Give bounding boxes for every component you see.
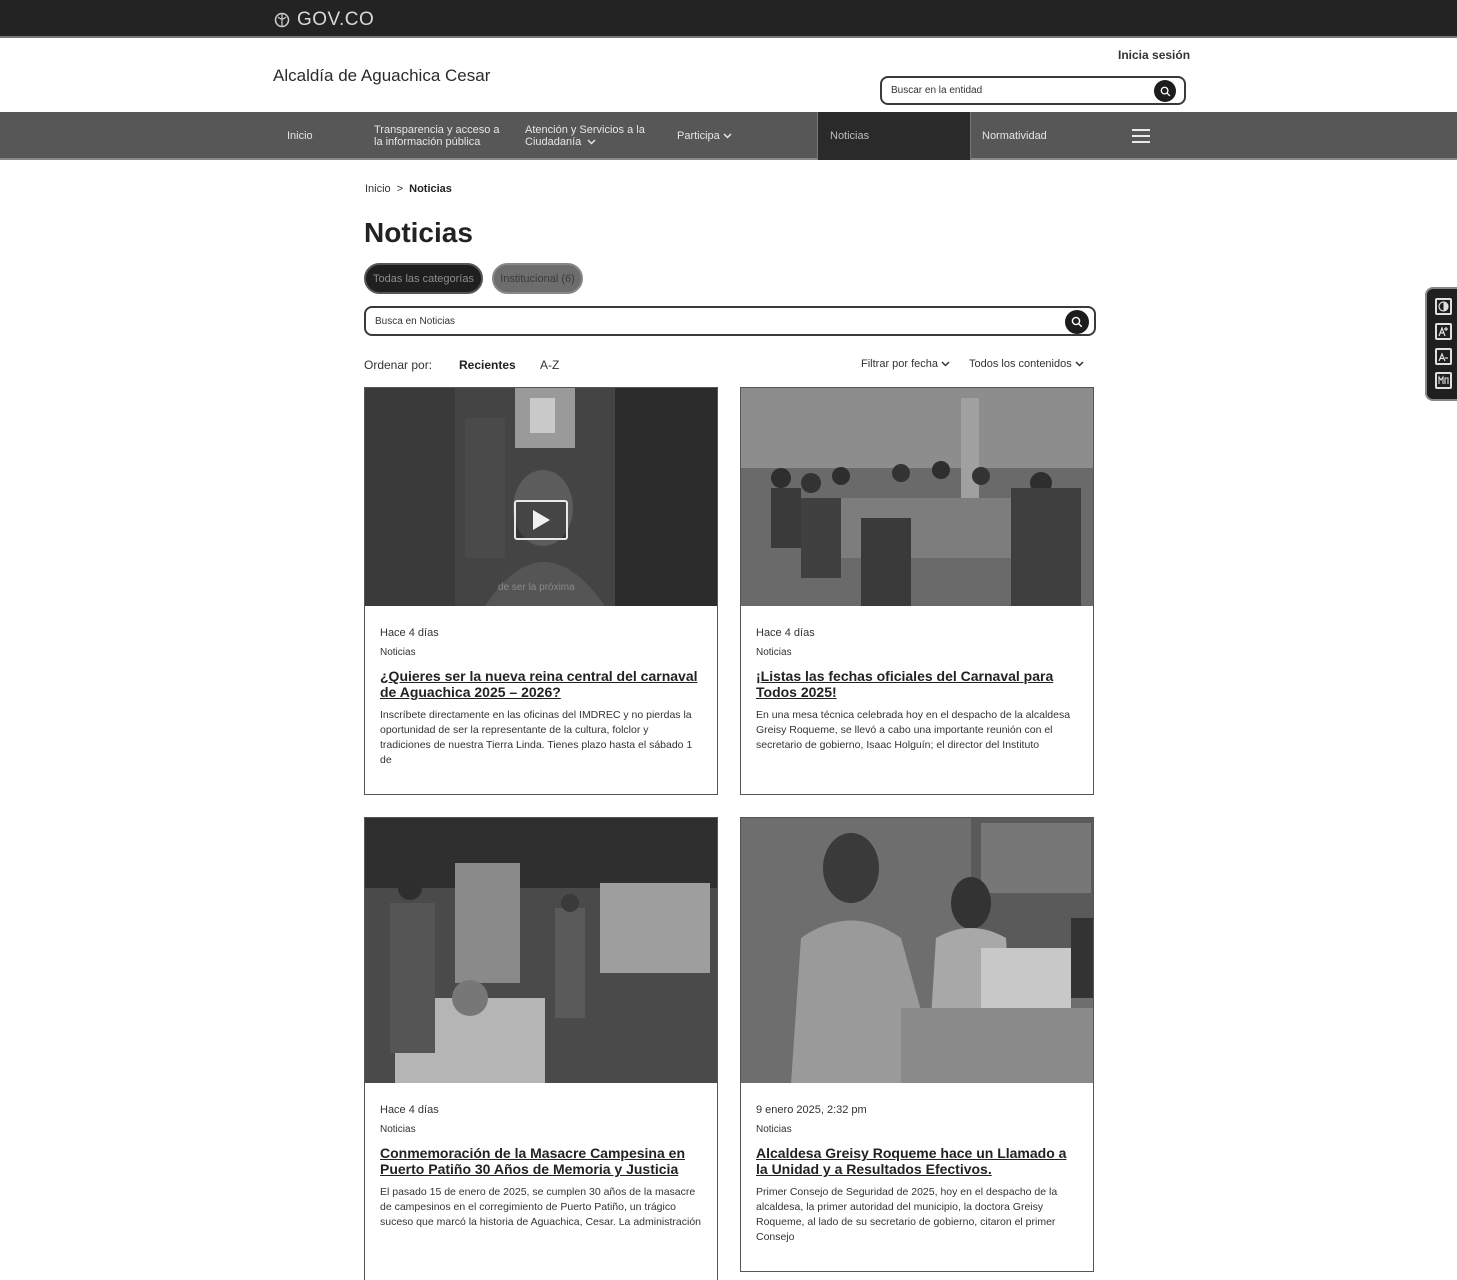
page-title: Noticias <box>364 217 473 248</box>
govco-top-bar: GOV.CO <box>0 0 1457 38</box>
news-card-category: Noticias <box>756 647 792 658</box>
video-play-button[interactable] <box>514 500 568 540</box>
sign-language-icon[interactable] <box>1435 372 1452 389</box>
nav-item-label: Inicio <box>287 130 313 142</box>
chevron-down-icon <box>723 133 732 139</box>
news-card-excerpt: Primer Consejo de Seguridad de 2025, hoy… <box>756 1186 1058 1243</box>
hamburger-menu-icon[interactable] <box>1132 129 1150 143</box>
govco-emblem-icon <box>274 12 290 28</box>
news-card-date: Hace 4 días <box>380 627 439 639</box>
news-card-excerpt: Inscríbete directamente en las oficinas … <box>380 709 693 766</box>
decrease-text-icon[interactable] <box>1435 348 1452 365</box>
search-icon <box>1160 86 1170 96</box>
commemoration-photo <box>365 818 717 1083</box>
chevron-down-icon <box>941 361 950 367</box>
chevron-down-icon <box>1075 361 1084 367</box>
news-card-category: Noticias <box>380 1124 416 1135</box>
news-card-category: Noticias <box>756 1124 792 1135</box>
login-link[interactable]: Inicia sesión <box>1118 48 1190 62</box>
entity-title[interactable]: Alcaldía de Aguachica Cesar <box>273 66 490 86</box>
news-card-image[interactable] <box>741 388 1093 606</box>
news-search-input[interactable]: Busca en Noticias <box>364 306 1096 336</box>
nav-item-inicio[interactable]: Inicio <box>287 112 313 160</box>
sign-language-glyph <box>1438 375 1449 384</box>
nav-item-label: Noticias <box>830 130 870 142</box>
date-filter-dropdown[interactable]: Filtrar por fecha <box>861 358 950 370</box>
text-plus-glyph <box>1438 326 1448 337</box>
govco-logo-text: GOV.CO <box>297 9 375 30</box>
increase-text-icon[interactable] <box>1435 323 1452 340</box>
date-filter-label: Filtrar por fecha <box>861 358 939 370</box>
play-icon <box>533 510 550 530</box>
image-caption: de ser la próxima <box>498 582 575 593</box>
news-card-date: Hace 4 días <box>756 627 815 639</box>
content-filter-dropdown[interactable]: Todos los contenidos <box>969 358 1084 370</box>
search-icon <box>1071 316 1083 328</box>
nav-item-label: Normatividad <box>982 130 1047 142</box>
contrast-icon[interactable] <box>1435 298 1452 315</box>
nav-item-label: Participa <box>677 130 720 142</box>
nav-item-atencion[interactable]: Atención y Servicios a la Ciudadanía <box>525 112 660 160</box>
govco-logo[interactable]: GOV.CO <box>274 9 374 31</box>
news-search-placeholder: Busca en Noticias <box>375 316 456 327</box>
sort-option-recent[interactable]: Recientes <box>459 358 516 372</box>
mayor-meeting-photo <box>741 818 1093 1083</box>
news-card-excerpt: El pasado 15 de enero de 2025, se cumple… <box>380 1186 702 1228</box>
news-card-date: 9 enero 2025, 2:32 pm <box>756 1104 867 1116</box>
content-filter-label: Todos los contenidos <box>969 358 1072 370</box>
news-card-excerpt: En una mesa técnica celebrada hoy en el … <box>756 709 1071 751</box>
nav-item-normatividad[interactable]: Normatividad <box>982 112 1047 160</box>
category-chip-institucional[interactable]: Institucional (6) <box>492 263 583 294</box>
breadcrumb-home-link[interactable]: Inicio <box>365 183 391 195</box>
entity-search-input[interactable]: Buscar en la entidad <box>880 76 1186 105</box>
nav-item-participa[interactable]: Participa <box>677 112 732 160</box>
nav-item-transparencia[interactable]: Transparencia y acceso a la información … <box>374 112 509 160</box>
nav-item-label: Atención y Servicios a la Ciudadanía <box>525 124 645 148</box>
category-chip-all[interactable]: Todas las categorías <box>364 263 483 294</box>
news-card-date: Hace 4 días <box>380 1104 439 1116</box>
news-card[interactable]: Hace 4 días Noticias Conmemoración de la… <box>364 817 718 1280</box>
main-nav: Inicio Transparencia y acceso a la infor… <box>0 112 1457 160</box>
news-card-image[interactable] <box>365 818 717 1083</box>
news-card[interactable]: 9 enero 2025, 2:32 pm Noticias Alcaldesa… <box>740 817 1094 1272</box>
news-card-title[interactable]: ¡Listas las fechas oficiales del Carnava… <box>756 668 1078 700</box>
news-card-image[interactable] <box>741 818 1093 1083</box>
news-card[interactable]: Hace 4 días Noticias ¡Listas las fechas … <box>740 387 1094 795</box>
sort-filter-bar: Ordenar por: Recientes A-Z Filtrar por f… <box>364 358 1096 374</box>
accessibility-toolbar <box>1425 287 1457 401</box>
news-card-title[interactable]: Alcaldesa Greisy Roqueme hace un Llamado… <box>756 1145 1078 1177</box>
news-card-category: Noticias <box>380 647 416 658</box>
news-card-title[interactable]: ¿Quieres ser la nueva reina central del … <box>380 668 702 700</box>
chevron-down-icon <box>587 139 596 145</box>
nav-item-label: Transparencia y acceso a la información … <box>374 124 500 148</box>
breadcrumb-current: Noticias <box>409 183 452 195</box>
news-card[interactable]: de ser la próxima Hace 4 días Noticias ¿… <box>364 387 718 795</box>
sort-label: Ordenar por: <box>364 358 433 372</box>
news-search-button[interactable] <box>1065 310 1089 334</box>
breadcrumb-separator: > <box>396 183 404 195</box>
site-header: Alcaldía de Aguachica Cesar Inicia sesió… <box>0 40 1457 112</box>
nav-item-noticias[interactable]: Noticias <box>817 112 971 160</box>
contrast-glyph <box>1438 301 1449 312</box>
entity-search-button[interactable] <box>1154 80 1176 102</box>
breadcrumb: Inicio > Noticias <box>365 183 452 195</box>
news-card-image[interactable]: de ser la próxima <box>365 388 717 606</box>
news-card-title[interactable]: Conmemoración de la Masacre Campesina en… <box>380 1145 702 1177</box>
reina-video-thumbnail <box>365 388 717 606</box>
meeting-photo <box>741 388 1093 606</box>
text-minus-glyph <box>1438 352 1448 362</box>
entity-search-placeholder: Buscar en la entidad <box>891 85 983 96</box>
sort-option-az[interactable]: A-Z <box>540 358 559 372</box>
